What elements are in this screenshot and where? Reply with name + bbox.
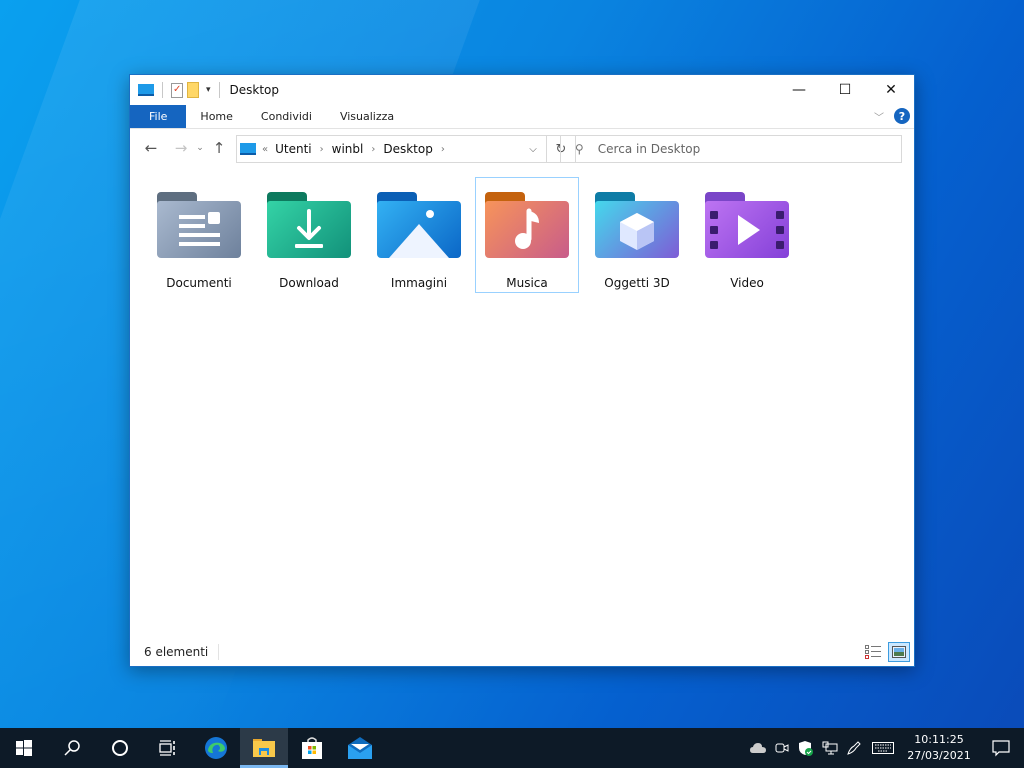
meet-now-icon[interactable] xyxy=(770,728,794,768)
customize-toolbar-icon[interactable]: ▾ xyxy=(206,85,211,95)
videos-folder-icon xyxy=(705,192,789,260)
network-icon[interactable] xyxy=(818,728,842,768)
window-title: Desktop xyxy=(229,83,280,97)
folder-item-download[interactable]: Download xyxy=(257,177,361,293)
back-button[interactable]: ← xyxy=(140,137,162,159)
folder-item-video[interactable]: Video xyxy=(695,177,799,293)
pen-workspace-icon[interactable] xyxy=(842,728,866,768)
taskbar: 10:11:25 27/03/2021 xyxy=(0,728,1024,768)
chevron-right-icon[interactable]: › xyxy=(441,144,445,155)
folder-label: Immagini xyxy=(390,276,448,290)
title-bar[interactable]: ▾ Desktop — ☐ ✕ xyxy=(130,75,914,105)
mail-icon xyxy=(348,737,372,759)
breadcrumb-winbl[interactable]: winbl xyxy=(332,142,364,156)
cortana-icon xyxy=(112,740,128,756)
windows-logo-icon xyxy=(16,740,32,756)
overflow-chevron-icon[interactable]: « xyxy=(262,144,268,155)
folder-label: Video xyxy=(730,276,764,290)
folder-item-documenti[interactable]: Documenti xyxy=(147,177,251,293)
file-list: Documenti Download Immagini Musica Ogget… xyxy=(130,167,914,637)
file-explorer-icon xyxy=(253,739,275,757)
chevron-right-icon[interactable]: › xyxy=(320,144,324,155)
large-icons-view-button[interactable] xyxy=(888,642,910,662)
maximize-button[interactable]: ☐ xyxy=(822,75,868,105)
clock-time: 10:11:25 xyxy=(914,733,964,746)
search-icon: ⚲ xyxy=(575,142,584,156)
clock-date: 27/03/2021 xyxy=(907,749,971,762)
edge-icon xyxy=(205,737,227,759)
cortana-button[interactable] xyxy=(96,728,144,768)
search-placeholder: Cerca in Desktop xyxy=(597,142,701,156)
file-explorer-button[interactable] xyxy=(240,728,288,768)
action-center-button[interactable] xyxy=(978,728,1024,768)
item-count: 6 elementi xyxy=(144,645,209,659)
task-view-button[interactable] xyxy=(144,728,192,768)
tab-home[interactable]: Home xyxy=(186,105,246,128)
this-pc-icon xyxy=(240,143,256,155)
address-bar[interactable]: « Utenti › winbl › Desktop › ⌵ xyxy=(236,135,547,163)
help-icon[interactable]: ? xyxy=(894,108,910,124)
downloads-folder-icon xyxy=(267,192,351,260)
status-bar: 6 elementi xyxy=(130,638,914,666)
this-pc-icon[interactable] xyxy=(138,84,154,96)
details-view-button[interactable] xyxy=(862,642,884,662)
music-folder-icon xyxy=(485,192,569,260)
chevron-right-icon[interactable]: › xyxy=(371,144,375,155)
folder-item-oggetti-3d[interactable]: Oggetti 3D xyxy=(585,177,689,293)
tab-share[interactable]: Condividi xyxy=(247,105,326,128)
store-button[interactable] xyxy=(288,728,336,768)
search-icon xyxy=(64,740,80,756)
folder-label: Documenti xyxy=(166,276,232,290)
breadcrumb-desktop[interactable]: Desktop xyxy=(383,142,433,156)
store-icon xyxy=(302,737,322,759)
folder-item-musica[interactable]: Musica xyxy=(475,177,579,293)
ribbon-tabs: File Home Condividi Visualizza ﹀ ? xyxy=(130,105,914,129)
expand-ribbon-icon[interactable]: ﹀ xyxy=(874,109,884,124)
minimize-button[interactable]: — xyxy=(776,75,822,105)
recent-locations-button[interactable]: ⌄ xyxy=(192,137,208,159)
system-tray: 10:11:25 27/03/2021 xyxy=(746,728,1024,768)
search-button[interactable] xyxy=(48,728,96,768)
breadcrumb-utenti[interactable]: Utenti xyxy=(275,142,312,156)
address-history-dropdown[interactable]: ⌵ xyxy=(520,136,546,162)
pictures-folder-icon xyxy=(377,192,461,260)
folder-label: Download xyxy=(279,276,339,290)
task-view-icon xyxy=(159,740,175,756)
divider xyxy=(218,644,220,660)
navigation-bar: ← → ⌄ ↑ « Utenti › winbl › Desktop › ⌵ ↻… xyxy=(130,129,914,167)
tab-view[interactable]: Visualizza xyxy=(326,105,408,128)
folder-label: Oggetti 3D xyxy=(604,276,670,290)
mail-button[interactable] xyxy=(336,728,384,768)
touch-keyboard-icon[interactable] xyxy=(866,728,900,768)
up-button[interactable]: ↑ xyxy=(208,137,230,159)
divider xyxy=(162,82,163,98)
new-folder-icon[interactable] xyxy=(187,82,199,98)
onedrive-icon[interactable] xyxy=(746,728,770,768)
file-explorer-window: ▾ Desktop — ☐ ✕ File Home Condividi Visu… xyxy=(129,74,915,667)
close-button[interactable]: ✕ xyxy=(868,75,914,105)
folder-item-immagini[interactable]: Immagini xyxy=(367,177,471,293)
clock[interactable]: 10:11:25 27/03/2021 xyxy=(900,732,978,764)
tab-file[interactable]: File xyxy=(130,105,187,128)
quick-access-toolbar: ▾ Desktop xyxy=(130,82,279,98)
edge-button[interactable] xyxy=(192,728,240,768)
notifications-icon xyxy=(992,740,1010,757)
3d-objects-folder-icon xyxy=(595,192,679,260)
properties-icon[interactable] xyxy=(171,82,183,98)
divider xyxy=(218,82,220,98)
windows-security-icon[interactable] xyxy=(794,728,818,768)
search-input[interactable]: ⚲ Cerca in Desktop xyxy=(560,135,902,163)
start-button[interactable] xyxy=(0,728,48,768)
large-icons-view-icon xyxy=(892,646,906,658)
folder-label: Musica xyxy=(506,276,548,290)
documents-folder-icon xyxy=(157,192,241,260)
forward-button[interactable]: → xyxy=(170,137,192,159)
details-view-icon xyxy=(865,645,881,659)
